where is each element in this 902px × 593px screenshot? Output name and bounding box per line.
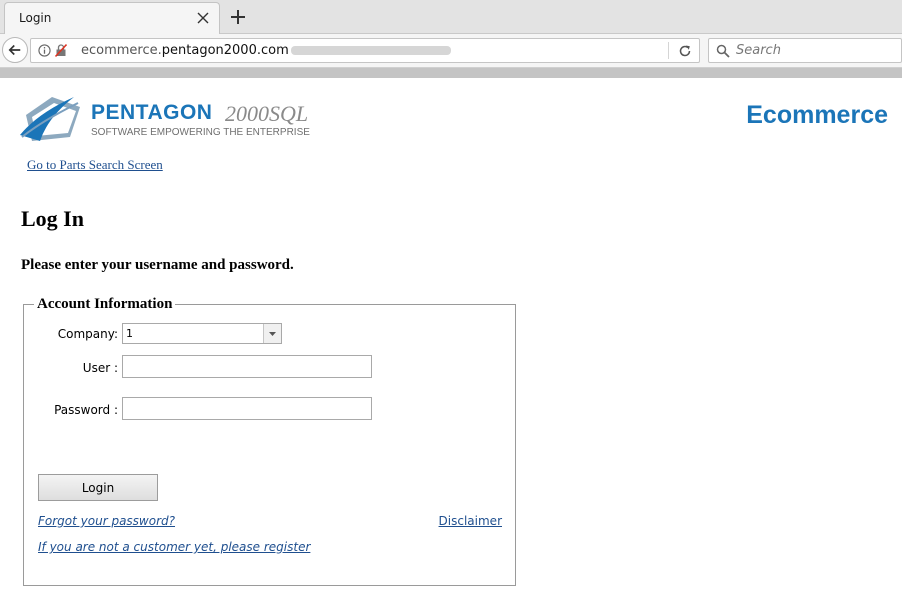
toolbar-divider: [0, 68, 902, 78]
address-bar[interactable]: ecommerce.pentagon2000.com: [30, 38, 700, 63]
brand-product-name: 2000SQL: [225, 101, 309, 126]
company-select[interactable]: 1: [122, 323, 282, 344]
brand-tagline: SOFTWARE EMPOWERING THE ENTERPRISE: [91, 127, 310, 138]
parts-search-link[interactable]: Go to Parts Search Screen: [27, 157, 163, 173]
reload-icon[interactable]: [678, 44, 692, 58]
chevron-down-icon: [269, 332, 276, 336]
url-path-redacted: [290, 46, 451, 55]
user-label: User :: [82, 361, 118, 375]
url-text[interactable]: ecommerce.pentagon2000.com: [81, 43, 451, 58]
company-dropdown-button[interactable]: [263, 324, 281, 343]
search-placeholder: Search: [736, 43, 781, 58]
password-input[interactable]: [122, 397, 372, 420]
company-label: Company:: [57, 327, 118, 341]
back-arrow-icon: [8, 44, 21, 56]
new-tab-icon[interactable]: [228, 7, 248, 27]
info-icon[interactable]: [38, 44, 51, 57]
close-icon[interactable]: [195, 10, 211, 26]
tab-bar: Login: [0, 0, 902, 34]
url-prefix: ecommerce.: [81, 43, 162, 58]
login-button[interactable]: Login: [38, 474, 158, 501]
register-link[interactable]: If you are not a customer yet, please re…: [38, 540, 310, 554]
password-label: Password :: [54, 403, 118, 417]
forgot-password-link[interactable]: Forgot your password?: [38, 514, 175, 528]
nav-bar: ecommerce.pentagon2000.com Search: [0, 34, 902, 68]
fieldset-legend: Account Information: [34, 296, 176, 313]
user-input[interactable]: [122, 355, 372, 378]
section-title: Ecommerce: [746, 101, 888, 129]
url-divider: [668, 42, 669, 59]
brand-name: PENTAGON: [91, 101, 213, 124]
instructions-text: Please enter your username and password.: [21, 257, 294, 273]
disclaimer-link[interactable]: Disclaimer: [439, 514, 502, 528]
company-value: 1: [126, 327, 133, 340]
pentagon-logo: [20, 97, 80, 141]
url-domain: pentagon2000.com: [161, 43, 289, 58]
tab-login[interactable]: Login: [4, 2, 220, 34]
search-icon: [716, 44, 730, 58]
back-button[interactable]: [2, 37, 28, 63]
insecure-lock-icon[interactable]: [55, 44, 67, 57]
page-title: Log In: [21, 206, 84, 231]
search-bar[interactable]: Search: [708, 38, 902, 63]
tab-title: Login: [19, 11, 52, 25]
